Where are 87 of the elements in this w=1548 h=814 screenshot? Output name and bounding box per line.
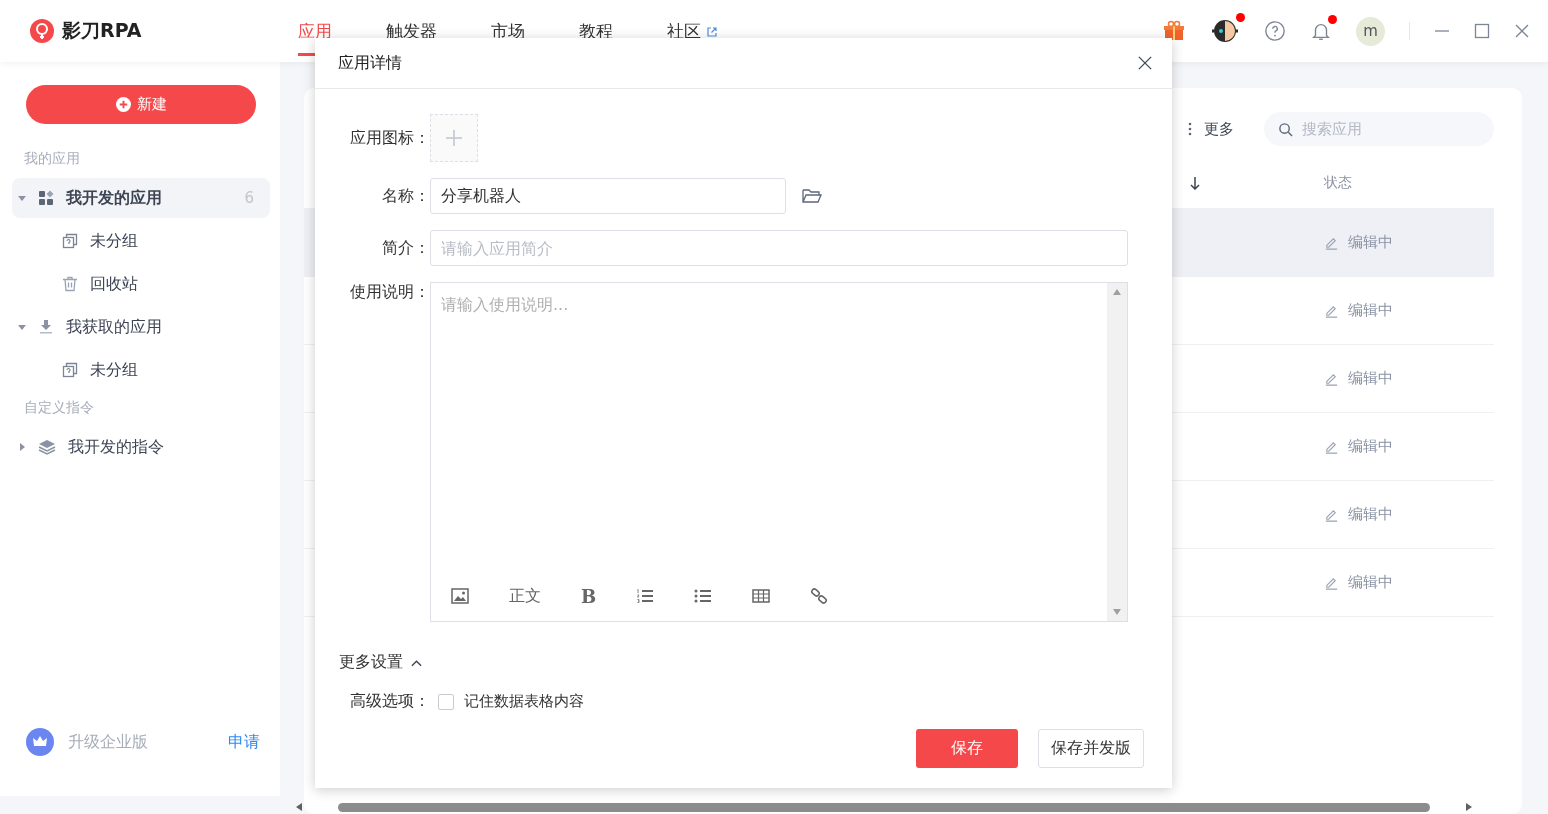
status-text: 编辑中	[1348, 437, 1393, 456]
scroll-up-icon[interactable]	[1113, 289, 1121, 295]
item-label: 未分组	[90, 230, 138, 252]
notification-dot	[1328, 15, 1337, 24]
more-icon	[1188, 122, 1192, 136]
field-label: 名称：	[381, 185, 430, 207]
caret-icon[interactable]	[18, 194, 26, 202]
status-text: 编辑中	[1348, 369, 1393, 388]
upgrade-label: 升级企业版	[68, 731, 149, 753]
table-icon[interactable]	[752, 588, 771, 604]
field-label: 使用说明：	[349, 282, 430, 303]
caret-icon[interactable]	[18, 323, 26, 331]
help-icon[interactable]	[1264, 20, 1286, 42]
field-label: 简介：	[381, 237, 430, 259]
chevron-icon	[411, 658, 422, 667]
usage-editor[interactable]: 请输入使用说明... 正文 B	[430, 282, 1128, 622]
sidebar-item[interactable]: 回收站	[12, 264, 270, 304]
section-title: 我的应用	[23, 149, 81, 168]
name-input[interactable]: 分享机器人	[430, 178, 786, 214]
horizontal-scrollbar[interactable]	[296, 800, 1472, 814]
image-icon[interactable]	[451, 588, 469, 604]
nav-tab[interactable]: 社区	[667, 20, 718, 56]
new-button[interactable]: 新建	[26, 85, 256, 124]
layers-icon	[38, 439, 56, 455]
bullet-list-icon[interactable]	[694, 588, 713, 604]
item-label: 未分组	[90, 359, 138, 381]
crown-icon	[26, 728, 54, 756]
external-link-icon	[706, 25, 718, 38]
pencil-icon	[1324, 303, 1339, 318]
apps-icon	[38, 190, 54, 206]
scroll-right-icon[interactable]	[1466, 803, 1472, 811]
notification-dot	[1236, 13, 1245, 22]
save-and-publish-button[interactable]: 保存并发版	[1038, 729, 1144, 768]
gift-icon[interactable]	[1162, 19, 1186, 43]
pencil-icon	[1324, 439, 1339, 454]
group-icon	[62, 233, 78, 249]
plus-circle-icon	[115, 97, 131, 112]
scroll-left-icon[interactable]	[296, 803, 302, 811]
pencil-icon	[1324, 507, 1339, 522]
checkbox-label: 记住数据表格内容	[464, 692, 584, 711]
logo-icon	[30, 19, 54, 43]
avatar[interactable]: m	[1356, 16, 1385, 46]
sidebar-item[interactable]: 我开发的指令	[12, 427, 270, 467]
assistant-icon[interactable]	[1210, 18, 1240, 44]
apply-link[interactable]: 申请	[228, 731, 260, 753]
more-button[interactable]: 更多	[1188, 119, 1234, 139]
item-label: 回收站	[90, 273, 138, 295]
status-text: 编辑中	[1348, 573, 1393, 592]
maximize-icon[interactable]	[1474, 23, 1490, 39]
group-icon	[62, 362, 78, 378]
plus-icon	[445, 129, 463, 147]
intro-input[interactable]: 请输入应用简介	[430, 230, 1128, 266]
close-icon[interactable]	[1138, 56, 1152, 70]
field-label: 应用图标：	[349, 127, 430, 149]
sidebar-item[interactable]: 我获取的应用	[12, 307, 270, 347]
item-label: 我获取的应用	[66, 316, 162, 338]
sidebar-item[interactable]: 未分组	[12, 350, 270, 390]
scroll-down-icon[interactable]	[1113, 609, 1121, 615]
status-text: 编辑中	[1348, 301, 1393, 320]
search-field[interactable]: 搜索应用	[1264, 112, 1494, 146]
paragraph-button[interactable]: 正文	[509, 585, 541, 607]
sort-arrow-icon[interactable]	[1190, 176, 1200, 190]
save-button[interactable]: 保存	[916, 729, 1018, 768]
folder-icon[interactable]	[802, 188, 822, 204]
checkbox[interactable]	[438, 693, 454, 710]
column-header: 状态	[1324, 174, 1353, 192]
status-text: 编辑中	[1348, 505, 1393, 524]
pencil-icon	[1324, 371, 1339, 386]
link-icon[interactable]	[810, 587, 829, 605]
caret-icon[interactable]	[18, 443, 26, 451]
trash-icon	[62, 276, 78, 292]
pencil-icon	[1324, 235, 1339, 250]
pencil-icon	[1324, 575, 1339, 590]
sidebar-item[interactable]: 未分组	[12, 221, 270, 261]
item-label: 我开发的指令	[68, 436, 164, 458]
more-settings-toggle[interactable]: 更多设置	[339, 652, 1144, 673]
item-label: 我开发的应用	[66, 187, 162, 209]
section-title: 自定义指令	[23, 398, 95, 417]
status-text: 编辑中	[1348, 233, 1393, 252]
download-icon	[38, 319, 54, 335]
bold-button[interactable]: B	[581, 585, 597, 607]
app-name: 影刀RPA	[62, 18, 142, 43]
dialog-title: 应用详情	[338, 52, 402, 74]
search-icon	[1278, 122, 1293, 137]
vertical-scrollbar[interactable]	[1107, 283, 1127, 621]
field-label: 高级选项：	[349, 691, 430, 712]
numbered-list-icon[interactable]	[636, 588, 655, 604]
